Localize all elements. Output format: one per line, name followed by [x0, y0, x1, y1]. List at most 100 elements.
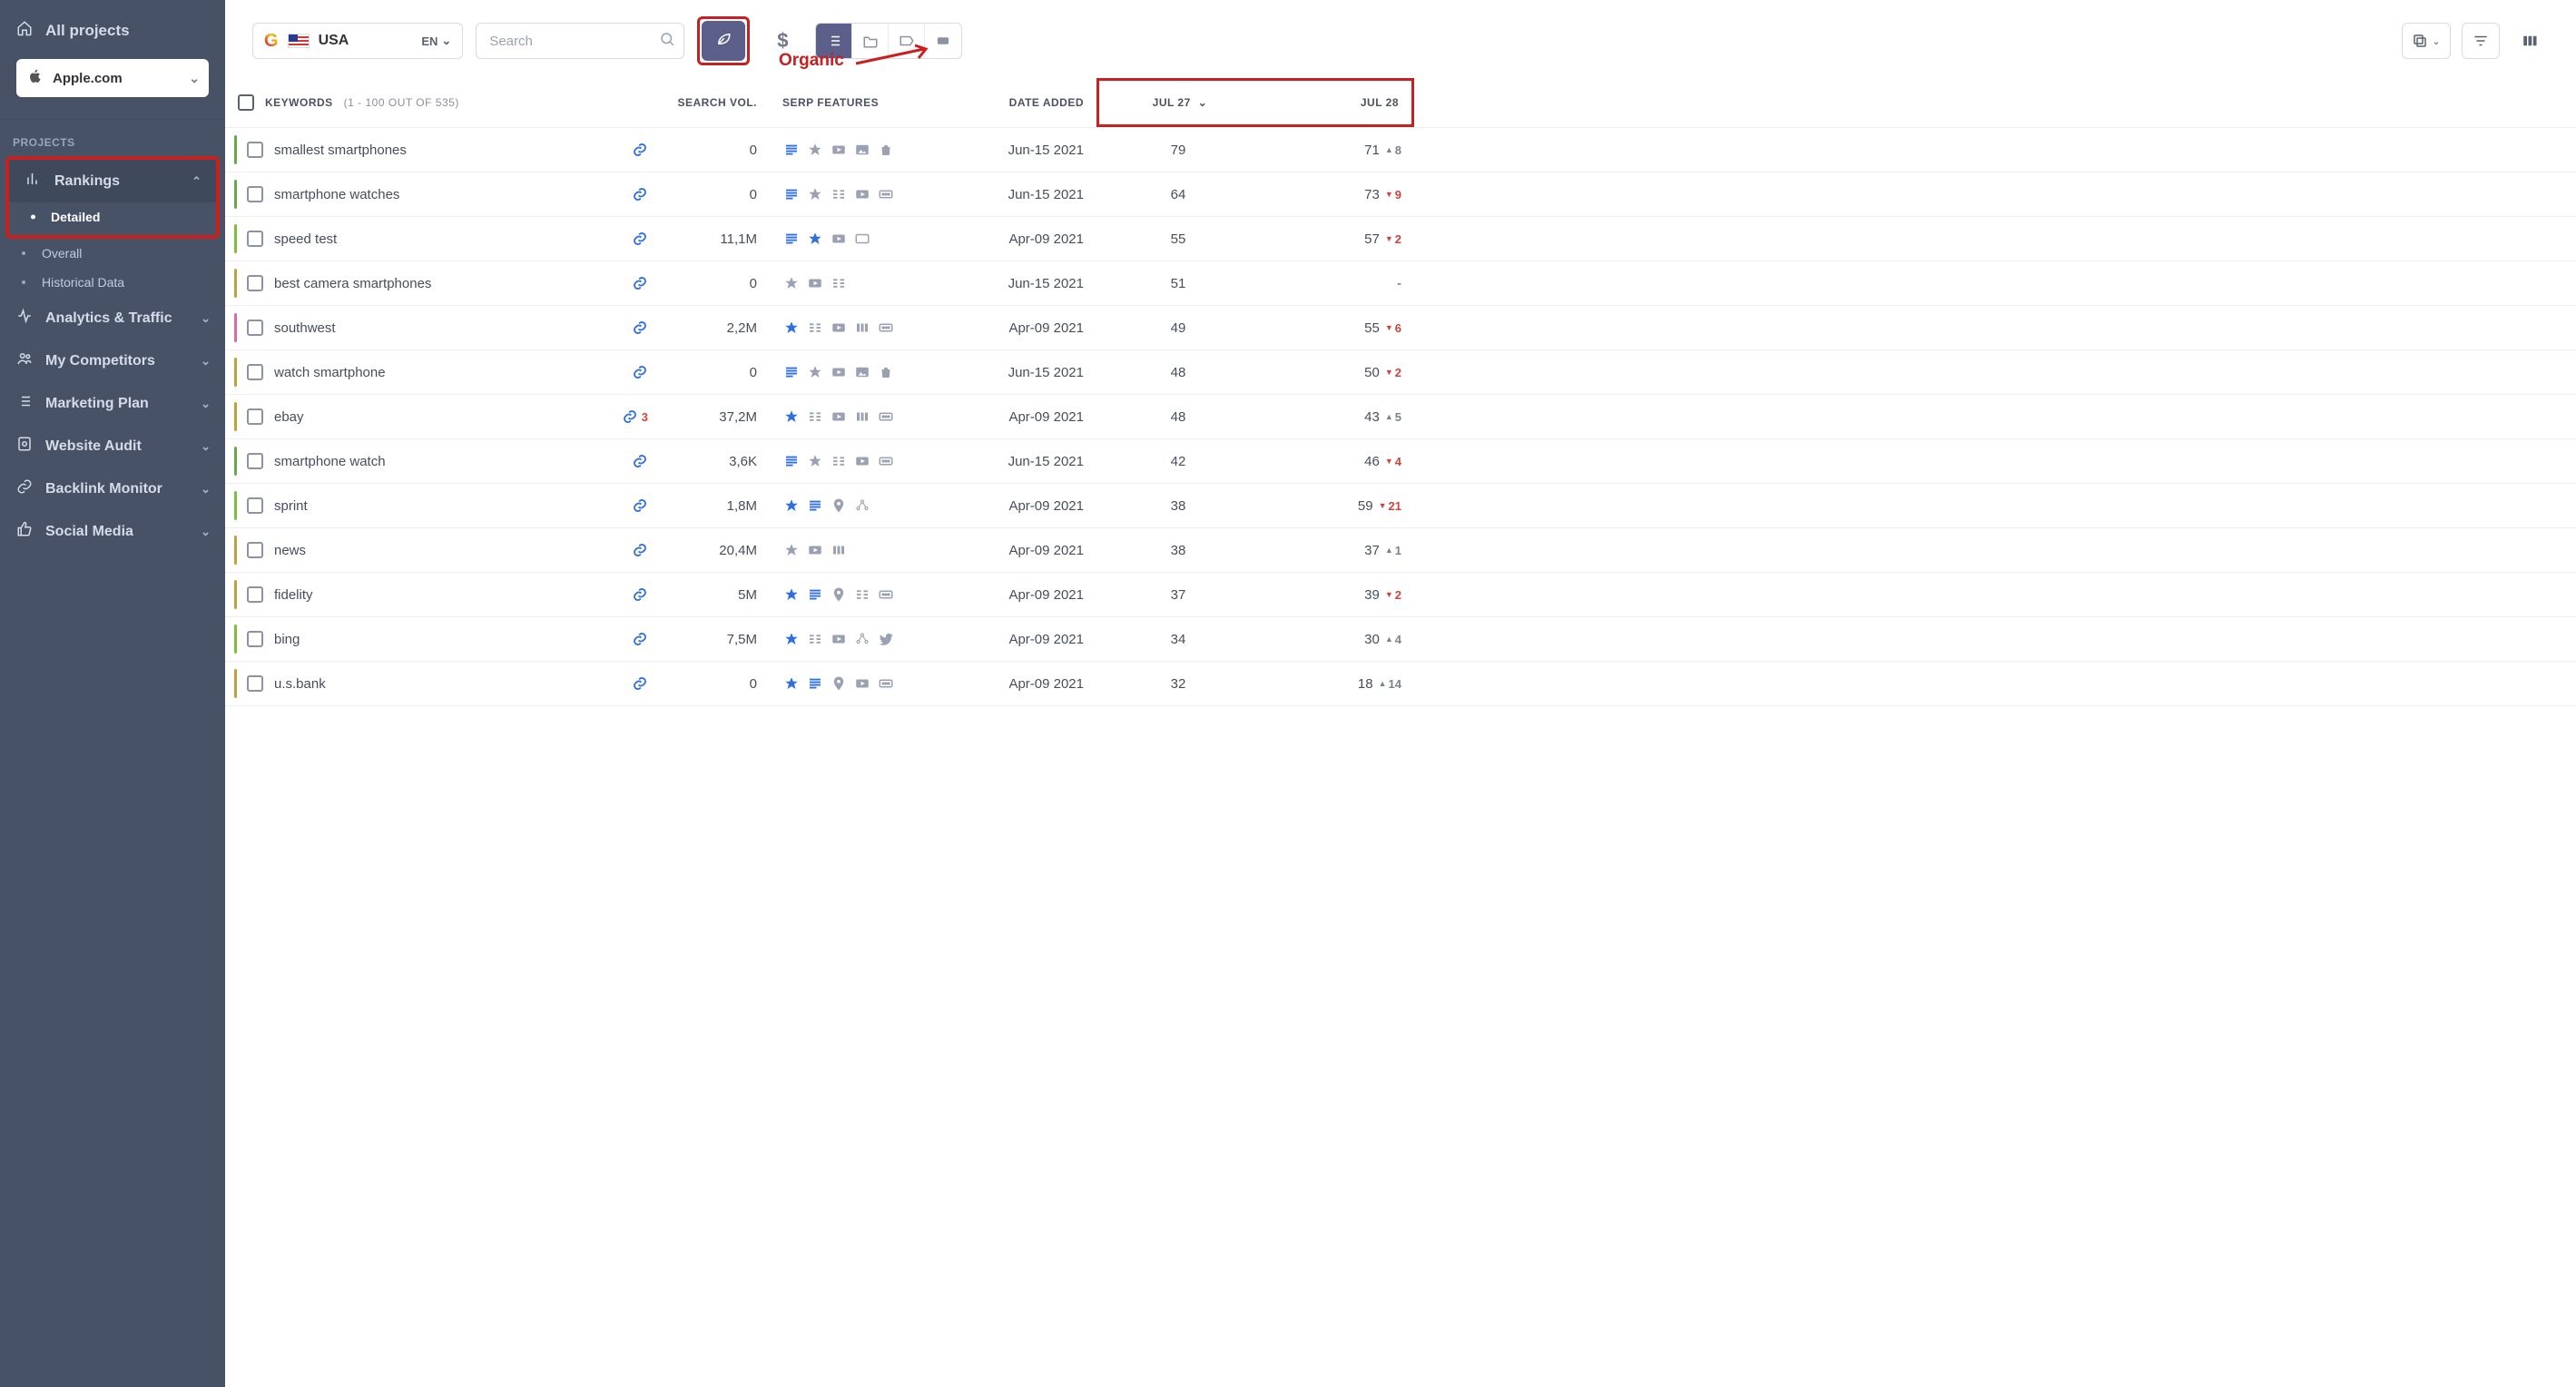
chevron-up-icon: ⌃	[192, 174, 202, 189]
jul27-cell: 51	[1096, 261, 1260, 305]
jul27-cell: 79	[1096, 128, 1260, 172]
row-checkbox[interactable]	[247, 364, 263, 380]
sidebar: All projects Apple.com ⌄ PROJECTS Rankin…	[0, 0, 225, 1387]
row-checkbox[interactable]	[247, 142, 263, 158]
table-row[interactable]: ebay337,2MApr-09 20214843▲5	[225, 395, 2576, 439]
table-row[interactable]: sprint1,8MApr-09 20213859▼21	[225, 484, 2576, 528]
col-jul27[interactable]: JUL 27⌄	[1105, 84, 1255, 122]
jul27-cell: 42	[1096, 439, 1260, 483]
serp-lines-icon	[782, 363, 801, 381]
vol-header: SEARCH VOL.	[677, 96, 757, 109]
serp-bars-icon	[830, 541, 848, 559]
jul27-cell: 48	[1096, 395, 1260, 438]
sidebar-item-analytics[interactable]: Analytics & Traffic ⌄	[0, 297, 225, 339]
keyword-link-icon[interactable]	[632, 675, 648, 692]
table-row[interactable]: speed test11,1MApr-09 20215557▼2	[225, 217, 2576, 261]
sidebar-item-rankings[interactable]: Rankings ⌃	[9, 160, 216, 202]
sidebar-sub-historical[interactable]: Historical Data	[0, 268, 225, 297]
table-row[interactable]: fidelity5MApr-09 20213739▼2	[225, 573, 2576, 617]
columns-button[interactable]	[2511, 23, 2549, 59]
row-checkbox[interactable]	[247, 497, 263, 514]
audit-label: Website Audit	[45, 438, 142, 455]
keyword-link-icon[interactable]	[632, 186, 648, 202]
keyword-link-icon[interactable]	[632, 142, 648, 158]
table-row[interactable]: bing7,5MApr-09 20213430▲4	[225, 617, 2576, 662]
keyword-link-icon[interactable]: 3	[622, 408, 648, 425]
table-row[interactable]: smartphone watches0Jun-15 20216473▼9	[225, 172, 2576, 217]
row-checkbox[interactable]	[247, 631, 263, 647]
jul27-cell: 55	[1096, 217, 1260, 261]
filter-button[interactable]	[2462, 23, 2500, 59]
sidebar-item-backlink[interactable]: Backlink Monitor ⌄	[0, 467, 225, 510]
row-checkbox[interactable]	[247, 408, 263, 425]
serp-lines-icon	[782, 230, 801, 248]
table-row[interactable]: watch smartphone0Jun-15 20214850▼2	[225, 350, 2576, 395]
row-checkbox[interactable]	[247, 586, 263, 603]
serp-cell	[770, 573, 915, 616]
serp-star-icon	[782, 274, 801, 292]
jul28-cell: -	[1260, 261, 1414, 305]
row-checkbox[interactable]	[247, 542, 263, 558]
sidebar-item-marketing[interactable]: Marketing Plan ⌄	[0, 382, 225, 425]
google-icon: G	[264, 31, 279, 52]
all-projects-link[interactable]: All projects	[16, 13, 209, 48]
keyword-link-icon[interactable]	[632, 320, 648, 336]
sidebar-item-competitors[interactable]: My Competitors ⌄	[0, 339, 225, 382]
row-checkbox[interactable]	[247, 320, 263, 336]
table-row[interactable]: southwest2,2MApr-09 20214955▼6	[225, 306, 2576, 350]
triangle-down-icon: ▼	[1385, 368, 1393, 377]
keywords-header-label: KEYWORDS	[265, 96, 333, 109]
keyword-link-icon[interactable]	[632, 453, 648, 469]
sidebar-item-audit[interactable]: Website Audit ⌄	[0, 425, 225, 467]
keyword-text: smartphone watch	[274, 454, 386, 469]
table-row[interactable]: best camera smartphones0Jun-15 202151-	[225, 261, 2576, 306]
project-selector[interactable]: Apple.com ⌄	[16, 59, 209, 97]
rankings-label: Rankings	[54, 173, 120, 190]
region-selector[interactable]: G USA EN ⌄	[252, 23, 463, 59]
row-checkbox[interactable]	[247, 275, 263, 291]
table-row[interactable]: u.s.bank0Apr-09 20213218▲14	[225, 662, 2576, 706]
serp-star-icon	[806, 363, 824, 381]
col-jul28[interactable]: JUL 28	[1255, 84, 1406, 122]
keyword-link-icon[interactable]	[632, 631, 648, 647]
keyword-cell: fidelity	[225, 573, 661, 616]
col-keywords[interactable]: KEYWORDS (1 - 100 OUT OF 535)	[225, 78, 661, 127]
serp-video-icon	[830, 630, 848, 648]
table-row[interactable]: smartphone watch3,6KJun-15 20214246▼4	[225, 439, 2576, 484]
keyword-text: fidelity	[274, 587, 313, 603]
language-selector[interactable]: EN ⌄	[421, 34, 451, 48]
sidebar-sub-detailed[interactable]: Detailed	[9, 202, 216, 231]
table-row[interactable]: news20,4MApr-09 20213837▲1	[225, 528, 2576, 573]
copy-button[interactable]: ⌄	[2402, 23, 2451, 59]
col-serp[interactable]: SERP FEATURES	[770, 78, 915, 127]
row-checkbox[interactable]	[247, 453, 263, 469]
sidebar-sub-overall[interactable]: Overall	[0, 239, 225, 268]
keywords-table: KEYWORDS (1 - 100 OUT OF 535) SEARCH VOL…	[225, 78, 2576, 1387]
keyword-link-icon[interactable]	[632, 586, 648, 603]
table-row[interactable]: smallest smartphones0Jun-15 20217971▲8	[225, 128, 2576, 172]
date-cell: Apr-09 2021	[915, 528, 1096, 572]
keyword-link-icon[interactable]	[632, 497, 648, 514]
search-input[interactable]	[476, 23, 684, 59]
row-checkbox[interactable]	[247, 186, 263, 202]
keyword-link-icon[interactable]	[632, 275, 648, 291]
serp-card-icon	[853, 230, 871, 248]
triangle-up-icon: ▲	[1385, 634, 1393, 644]
serp-features	[782, 185, 895, 203]
serp-more-icon	[877, 674, 895, 693]
col-vol[interactable]: SEARCH VOL.	[661, 78, 770, 127]
keyword-text: best camera smartphones	[274, 276, 431, 291]
serp-star-icon	[782, 585, 801, 604]
row-checkbox[interactable]	[247, 231, 263, 247]
row-checkbox[interactable]	[247, 675, 263, 692]
keyword-link-icon[interactable]	[632, 364, 648, 380]
organic-button[interactable]	[702, 21, 745, 61]
keyword-cell: smartphone watches	[225, 172, 661, 216]
keyword-link-icon[interactable]	[632, 231, 648, 247]
select-all-checkbox[interactable]	[238, 94, 254, 111]
jul28-label: JUL 28	[1361, 96, 1399, 109]
keyword-link-icon[interactable]	[632, 542, 648, 558]
col-date[interactable]: DATE ADDED	[915, 78, 1096, 127]
keyword-cell: watch smartphone	[225, 350, 661, 394]
sidebar-item-social[interactable]: Social Media ⌄	[0, 510, 225, 553]
